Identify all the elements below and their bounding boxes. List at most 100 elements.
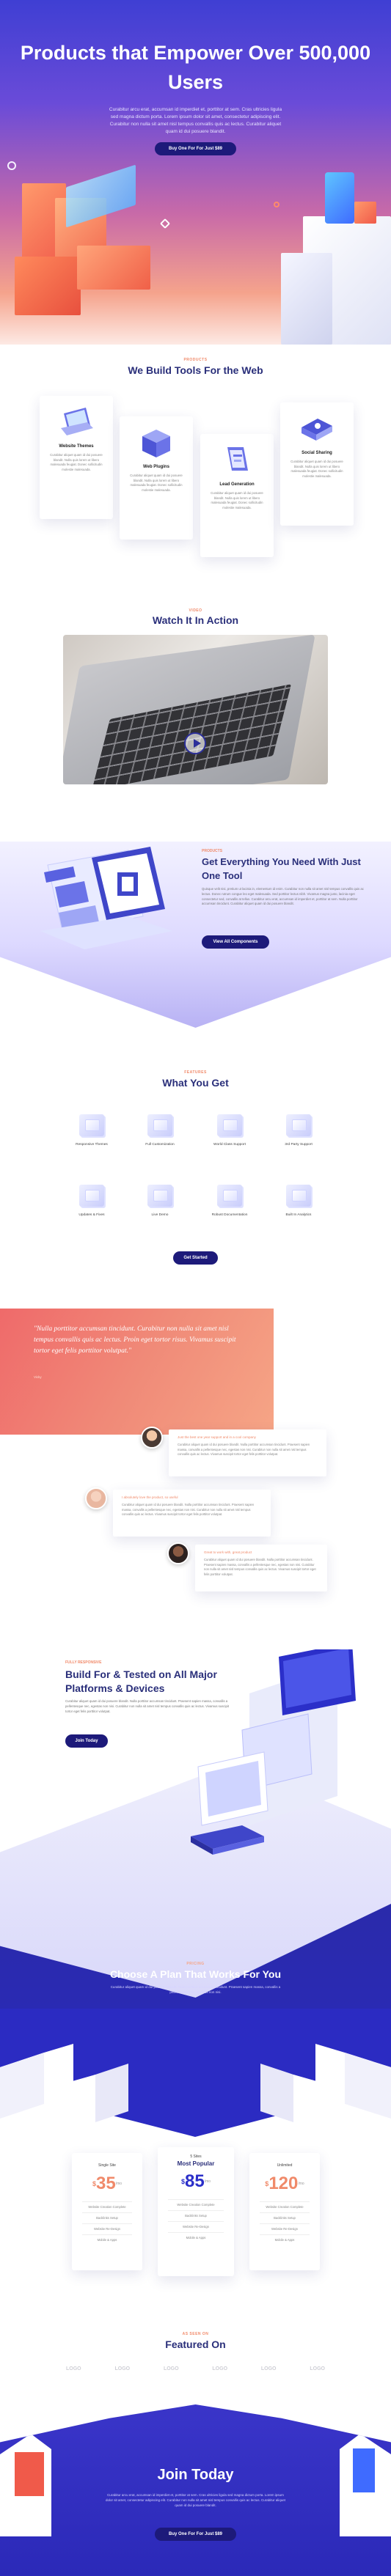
customization-icon [147, 1114, 172, 1136]
video-player[interactable] [63, 635, 328, 784]
plan-feature: Website Creation Complete [82, 2201, 132, 2212]
featured-logos: LOGO LOGO LOGO LOGO LOGO LOGO [66, 2366, 325, 2371]
tool-card-lead-generation[interactable]: Lead Generation Curabitur aliquet quam i… [200, 434, 274, 557]
footer-text: Curabitur arcu erat, accumsan id imperdi… [105, 2493, 286, 2507]
feature-label: Responsive Themes [76, 1143, 108, 1147]
footer-buy-button[interactable]: Buy One For For Just $89 [155, 2528, 236, 2541]
plan-feature: Mobile & Apps [82, 2234, 132, 2245]
devices-title: Build For & Tested on All Major Platform… [65, 1668, 217, 1694]
tool-card-desc: Curabitur aliquet quam id dui posuere bl… [290, 460, 343, 478]
feature-item: Live Demo [123, 1185, 197, 1217]
featured-logo: LOGO [310, 2366, 325, 2371]
feature-item: Robust Documentation [193, 1185, 266, 1217]
responsive-icon [79, 1114, 104, 1136]
testimonial-card: I absolutely love the product, so useful… [113, 1490, 271, 1537]
plan-price: $85/mo [180, 2171, 211, 2191]
hero-text: Curabitur arcu erat, accumsan id imperdi… [109, 107, 282, 134]
testimonial-card: Just the best one year support and in a … [169, 1429, 326, 1476]
hero-illustration-right [274, 172, 391, 345]
documentation-icon [217, 1185, 242, 1207]
tool-card-web-plugins[interactable]: Web Plugins Curabitur aliquet quam id du… [120, 416, 193, 540]
testimonial-card: Great to work with, great product Curabi… [195, 1545, 327, 1591]
tools-eyebrow: PRODUCTS [183, 358, 208, 362]
play-button[interactable] [184, 732, 206, 754]
video-eyebrow: VIDEO [189, 608, 202, 613]
footer-cta-background [0, 2404, 391, 2576]
lead-form-icon [227, 447, 248, 471]
testimonial-card-text: Curabitur aliquet quam id dui posuere bl… [122, 1503, 255, 1516]
onetool-text: Quisque velit nisi, pretium ut lacinia i… [202, 887, 364, 906]
feature-label: Live Demo [151, 1213, 169, 1217]
tool-card-desc: Curabitur aliquet quam id dui posuere bl… [211, 491, 263, 509]
feature-item: World Class Support [193, 1114, 266, 1147]
feature-item: Updates & Fixes [55, 1185, 128, 1217]
feature-label: Built In Analytics [285, 1213, 312, 1217]
updates-icon [79, 1185, 104, 1207]
hero-section: Products that Empower Over 500,000 Users… [0, 0, 391, 345]
hero-title: Products that Empower Over 500,000 Users [20, 42, 371, 93]
plan-price: $120/mo [265, 2174, 304, 2193]
plan-name: Unlimited [277, 2163, 293, 2168]
feature-label: World Class Support [213, 1143, 246, 1147]
pricing-text: Curabitur aliquet quam id dui posuere bl… [110, 1985, 281, 1994]
feature-item: Built In Analytics [262, 1185, 335, 1217]
tool-card-desc: Curabitur aliquet quam id dui posuere bl… [50, 453, 103, 471]
featured-logo: LOGO [66, 2366, 81, 2371]
avatar [141, 1427, 163, 1449]
get-title: What You Get [162, 1077, 229, 1089]
feature-item: Responsive Themes [55, 1114, 128, 1147]
devices-text: Curabitur aliquet quam id dui posuere bl… [65, 1699, 229, 1713]
video-title: Watch It In Action [152, 614, 239, 626]
play-icon [194, 739, 201, 748]
join-today-button[interactable]: Join Today [65, 1734, 108, 1748]
featured-logo: LOGO [114, 2366, 131, 2371]
pricing-card-unlimited[interactable]: Unlimited $120/mo Website Creation Compl… [249, 2153, 320, 2270]
get-started-button[interactable]: Get Started [173, 1251, 218, 1265]
featured-title: Featured On [165, 2338, 226, 2350]
testimonial-card-title: Just the best one year support and in a … [178, 1435, 256, 1439]
plan-feature: Website Re-Design [260, 2223, 310, 2234]
testimonial-quote: "Nulla porttitor accumsan tincidunt. Cur… [34, 1325, 236, 1355]
plan-feature: Website Re-Design [82, 2223, 132, 2234]
avatar [85, 1487, 107, 1509]
hero-illustration-left [0, 154, 183, 345]
testimonial-card-text: Curabitur aliquet quam id dui posuere bl… [204, 1558, 316, 1576]
tools-title: We Build Tools For the Web [128, 364, 263, 376]
plan-feature: Backlinks Setup [168, 2210, 224, 2221]
tool-card-title: Lead Generation [219, 482, 255, 487]
cube-plugin-icon [142, 430, 170, 457]
plan-feature: Mobile & Apps [260, 2234, 310, 2245]
tool-card-website-themes[interactable]: Website Themes Curabitur aliquet quam id… [40, 396, 113, 519]
featured-eyebrow: AS SEEN ON [182, 2332, 209, 2336]
get-eyebrow: FEATURES [184, 1070, 207, 1075]
plan-badge: Most Popular [177, 2160, 215, 2167]
tool-card-title: Web Plugins [143, 465, 169, 469]
onetool-title: Get Everything You Need With Just One To… [202, 856, 361, 881]
plan-feature: Website Re-Design [168, 2221, 224, 2232]
view-components-button[interactable]: View All Components [202, 935, 269, 949]
tool-card-title: Social Sharing [302, 451, 332, 455]
featured-logo: LOGO [260, 2366, 277, 2371]
pricing-eyebrow: PRICING [186, 1962, 205, 1966]
pricing-card-popular[interactable]: 5 Sites Most Popular $85/mo Website Crea… [158, 2147, 234, 2276]
onetool-eyebrow: PRODUCTS [202, 849, 223, 853]
support-icon [217, 1114, 242, 1136]
plan-feature: Website Creation Complete [168, 2199, 224, 2210]
page: Products that Empower Over 500,000 Users… [0, 0, 391, 2576]
plan-price: $35/mo [92, 2174, 123, 2193]
featured-logo: LOGO [212, 2366, 228, 2371]
share-icon [302, 419, 332, 441]
plan-name: Single Site [98, 2163, 116, 2168]
pricing-title: Choose A Plan That Works For You [109, 1968, 282, 1980]
testimonial-card-text: Curabitur aliquet quam id dui posuere bl… [178, 1443, 310, 1456]
tool-card-social-sharing[interactable]: Social Sharing Curabitur aliquet quam id… [280, 402, 354, 526]
plan-feature: Backlinks Setup [82, 2212, 132, 2223]
tool-card-title: Website Themes [59, 444, 94, 449]
testimonial-author: Vicky [34, 1375, 42, 1379]
tool-card-desc: Curabitur aliquet quam id dui posuere bl… [130, 474, 183, 492]
feature-item: Full Customization [123, 1114, 197, 1147]
pricing-card-single[interactable]: Single Site $35/mo Website Creation Comp… [72, 2153, 142, 2270]
third-party-icon [286, 1114, 311, 1136]
avatar [167, 1542, 189, 1564]
onetool-illustration [40, 847, 172, 949]
